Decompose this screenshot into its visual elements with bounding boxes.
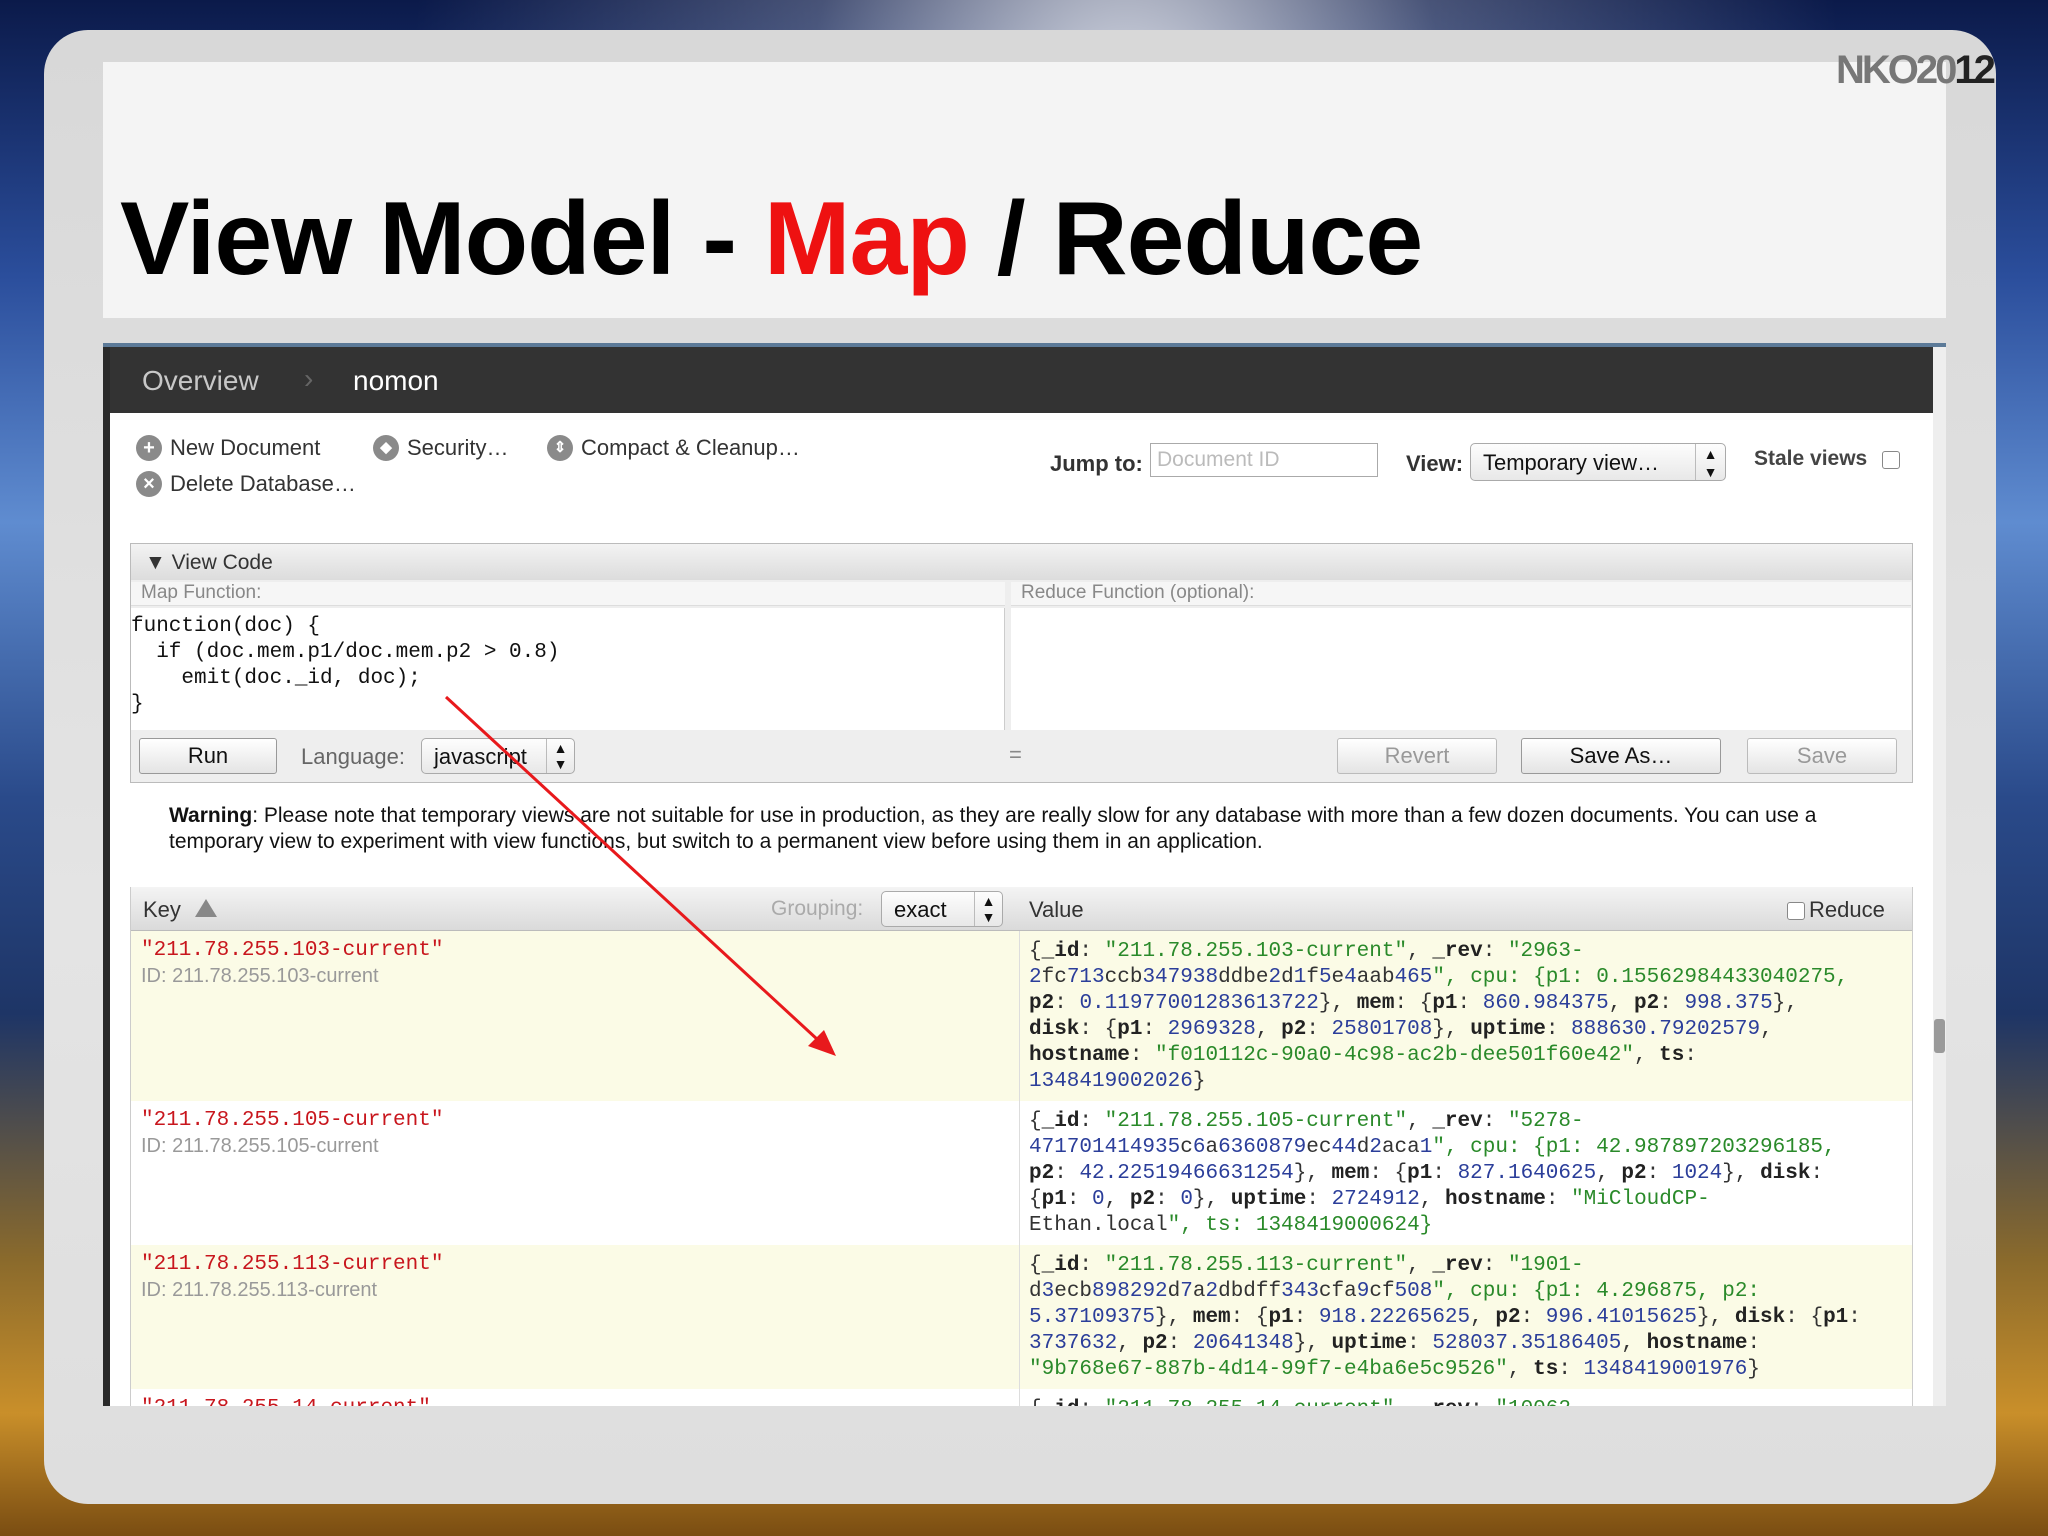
document-id-input[interactable]: Document ID (1150, 443, 1378, 477)
select-arrows-icon: ▲ ▼ (974, 892, 1002, 926)
row-key[interactable]: "211.78.255.113-current" (141, 1253, 443, 1276)
database-toolbar: + New Document ◆ Security… ⇕ Compact & C… (110, 413, 1933, 533)
value-column-header: Value (1029, 897, 1084, 922)
view-select[interactable]: Temporary view… ▲ ▼ (1470, 443, 1726, 481)
compact-icon: ⇕ (547, 435, 573, 461)
scrollbar-thumb[interactable] (1934, 1019, 1945, 1053)
breadcrumb-database: nomon (353, 365, 439, 396)
left-border (103, 347, 110, 1406)
compact-cleanup-button[interactable]: ⇕ Compact & Cleanup… (547, 435, 800, 461)
slide-title: View Model - Map / Reduce (120, 180, 1423, 299)
select-arrows-icon: ▲ ▼ (1695, 444, 1725, 480)
row-value: {_id: "211.78.255.14-current", _rev: "10… (1029, 1397, 1899, 1406)
breadcrumb-separator-icon: › (304, 363, 314, 394)
row-value: {_id: "211.78.255.105-current", _rev: "5… (1029, 1110, 1836, 1237)
shield-icon: ◆ (373, 435, 399, 461)
language-label: Language: (301, 744, 405, 769)
save-button[interactable]: Save (1747, 738, 1897, 774)
reduce-checkbox[interactable] (1787, 902, 1805, 920)
couchdb-futon-screenshot: Overview › nomon + New Document ◆ Securi… (103, 343, 1946, 1406)
select-arrows-icon: ▲ ▼ (546, 739, 574, 773)
new-document-button[interactable]: + New Document (136, 435, 320, 461)
row-doc-id: ID: 211.78.255.105-current (141, 1135, 379, 1157)
temporary-view-warning: Warning: Please note that temporary view… (169, 804, 1817, 853)
title-accent: Map (763, 181, 970, 297)
view-label: View: (1406, 451, 1464, 476)
table-row[interactable]: "211.78.255.105-current" ID: 211.78.255.… (131, 1101, 1912, 1245)
map-function-editor[interactable]: function(doc) { if (doc.mem.p1/doc.mem.p… (131, 608, 1005, 730)
revert-button[interactable]: Revert (1337, 738, 1497, 774)
plus-circle-icon: + (136, 435, 162, 461)
splitter-handle[interactable]: = (1009, 742, 1022, 768)
table-row[interactable]: "211.78.255.14-current" {_id: "211.78.25… (131, 1389, 1912, 1406)
title-part1: View Model - (120, 181, 764, 297)
stale-views-checkbox[interactable] (1882, 451, 1900, 469)
table-row[interactable]: "211.78.255.113-current" ID: 211.78.255.… (131, 1245, 1912, 1389)
security-button[interactable]: ◆ Security… (373, 435, 508, 461)
stale-views-label: Stale views (1754, 447, 1868, 470)
code-actions-bar: Run Language: javascript ▲ ▼ = Revert Sav… (131, 730, 1912, 782)
conference-logo: NKO2012 (1836, 48, 1996, 92)
row-key[interactable]: "211.78.255.14-current" (141, 1397, 431, 1406)
results-table: Key Grouping: exact ▲ ▼ Value Reduce "211… (130, 887, 1913, 1406)
results-header: Key Grouping: exact ▲ ▼ Value Reduce (131, 887, 1912, 931)
row-doc-id: ID: 211.78.255.103-current (141, 965, 379, 987)
scrollbar-track[interactable] (1933, 347, 1946, 1406)
row-value: {_id: "211.78.255.113-current", _rev: "1… (1029, 1254, 1861, 1381)
reduce-function-editor[interactable] (1011, 608, 1911, 730)
save-as-button[interactable]: Save As… (1521, 738, 1721, 774)
view-code-toggle[interactable]: ▼ View Code (131, 544, 1912, 580)
x-circle-icon: × (136, 471, 162, 497)
view-code-panel: ▼ View Code Map Function: Reduce Functio… (130, 543, 1913, 783)
breadcrumb-overview-link[interactable]: Overview (142, 365, 259, 397)
row-value: {_id: "211.78.255.103-current", _rev: "2… (1029, 940, 1849, 1093)
jump-to-label: Jump to: (1050, 451, 1143, 476)
key-column-header[interactable]: Key (143, 897, 181, 923)
grouping-select[interactable]: exact ▲ ▼ (881, 891, 1003, 927)
language-select[interactable]: javascript ▲ ▼ (421, 738, 575, 774)
map-function-label: Map Function: (131, 582, 1005, 606)
reduce-toggle[interactable]: Reduce (1787, 897, 1885, 923)
table-row[interactable]: "211.78.255.103-current" ID: 211.78.255.… (131, 931, 1912, 1101)
row-key[interactable]: "211.78.255.103-current" (141, 939, 443, 962)
column-divider (1019, 931, 1020, 1406)
reduce-function-label: Reduce Function (optional): (1011, 582, 1911, 606)
title-part2: / Reduce (968, 181, 1423, 297)
row-key[interactable]: "211.78.255.105-current" (141, 1109, 443, 1132)
sort-ascending-icon[interactable] (195, 899, 217, 917)
run-button[interactable]: Run (139, 738, 277, 774)
row-doc-id: ID: 211.78.255.113-current (141, 1279, 378, 1301)
breadcrumb: Overview › nomon (110, 347, 1933, 413)
grouping-label: Grouping: (771, 897, 864, 920)
delete-database-button[interactable]: × Delete Database… (136, 471, 356, 497)
